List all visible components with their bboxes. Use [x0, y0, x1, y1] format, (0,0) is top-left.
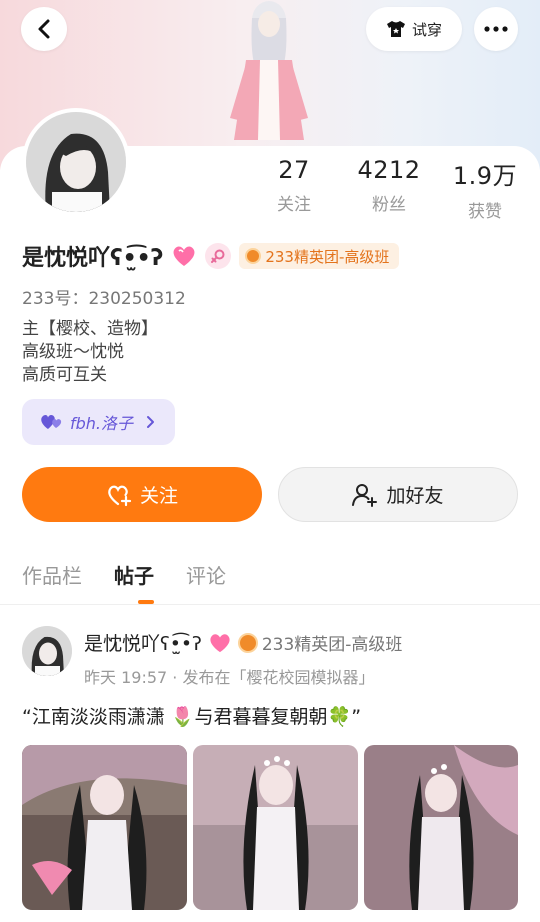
profile-bio: 主【樱校、造物】 高级班～忱悦 高质可互关 [22, 318, 158, 387]
tabs-divider [0, 604, 540, 605]
add-user-icon [352, 483, 378, 507]
group-medal-icon [245, 248, 262, 264]
female-gender-icon [205, 243, 232, 269]
post-image-2[interactable] [193, 745, 358, 910]
add-friend-label: 加好友 [386, 485, 444, 507]
more-dots-icon [484, 26, 508, 32]
purple-heart-icon [41, 415, 62, 429]
post-image-1[interactable] [22, 745, 187, 910]
post-author-row: 是忱悦吖ʕ•̫͡•ʔ 233精英团-高级班 [84, 629, 402, 656]
avatar-image [22, 626, 72, 676]
avatar-image [26, 112, 126, 212]
post-photo [22, 745, 187, 910]
try-on-label: 试穿 [411, 20, 442, 39]
stat-likes[interactable]: 1.9万 获赞 [440, 156, 530, 222]
shirt-icon [386, 21, 405, 37]
pink-heart-icon [173, 246, 195, 266]
chevron-right-icon [147, 416, 155, 428]
bio-line: 高级班～忱悦 [22, 342, 124, 362]
stat-followers-value: 4212 [357, 156, 421, 184]
post-image-3[interactable] [364, 745, 518, 910]
tab-comments[interactable]: 评论 [186, 560, 226, 589]
try-on-button[interactable]: 试穿 [366, 7, 462, 51]
chevron-left-icon [38, 19, 50, 39]
post-photo [364, 745, 518, 910]
group-medal-icon [237, 632, 258, 653]
post-meta: 昨天 19:57 · 发布在「樱花校园模拟器」 [84, 668, 375, 687]
profile-name-row: 是忱悦吖ʕ•̫͡•ʔ 233精英团-高级班 [22, 238, 400, 274]
post-text[interactable]: “江南淡淡雨潇潇 🌷与君暮暮复朝朝🍀” [22, 702, 361, 729]
stat-likes-label: 获赞 [468, 202, 502, 222]
tab-works[interactable]: 作品栏 [22, 560, 82, 589]
relationship-tag[interactable]: fbh.洛子 [22, 399, 175, 445]
back-button[interactable] [21, 7, 67, 51]
group-badge-label: 233精英团-高级班 [265, 247, 390, 266]
heart-plus-icon [108, 485, 132, 506]
profile-tabs: 作品栏 帖子 评论 [22, 560, 226, 589]
post-group-label: 233精英团-高级班 [261, 635, 403, 655]
bio-line: 高质可互关 [22, 365, 107, 385]
post-photo [193, 745, 358, 910]
user-id: 233号：230250312 [22, 289, 186, 309]
add-friend-button[interactable]: 加好友 [278, 467, 518, 522]
stat-likes-value: 1.9万 [452, 162, 518, 190]
stat-followers[interactable]: 4212 粉丝 [344, 156, 434, 215]
more-button[interactable] [474, 7, 518, 51]
profile-name: 是忱悦吖ʕ•̫͡•ʔ [22, 246, 164, 271]
stat-following-value: 27 [278, 156, 310, 184]
profile-screen: 试穿 27 关注 4212 粉丝 1.9万 获赞 是忱悦吖ʕ•̫͡•ʔ 233精… [0, 0, 540, 922]
relationship-tag-label: fbh.洛子 [70, 414, 134, 433]
stat-followers-label: 粉丝 [372, 195, 406, 215]
character-figure [230, 1, 308, 140]
stat-following-label: 关注 [277, 195, 311, 215]
follow-label: 关注 [139, 485, 178, 507]
follow-button[interactable]: 关注 [22, 467, 262, 522]
group-badge[interactable]: 233精英团-高级班 [239, 243, 400, 269]
post-author-name[interactable]: 是忱悦吖ʕ•̫͡•ʔ [84, 629, 202, 656]
post-author-avatar[interactable] [22, 626, 72, 676]
stat-following[interactable]: 27 关注 [249, 156, 339, 215]
post-group-badge[interactable]: 233精英团-高级班 [237, 630, 403, 655]
bio-line: 主【樱校、造物】 [22, 319, 158, 339]
profile-avatar[interactable] [22, 108, 130, 216]
pink-heart-icon [210, 633, 230, 652]
tab-posts[interactable]: 帖子 [114, 560, 154, 589]
